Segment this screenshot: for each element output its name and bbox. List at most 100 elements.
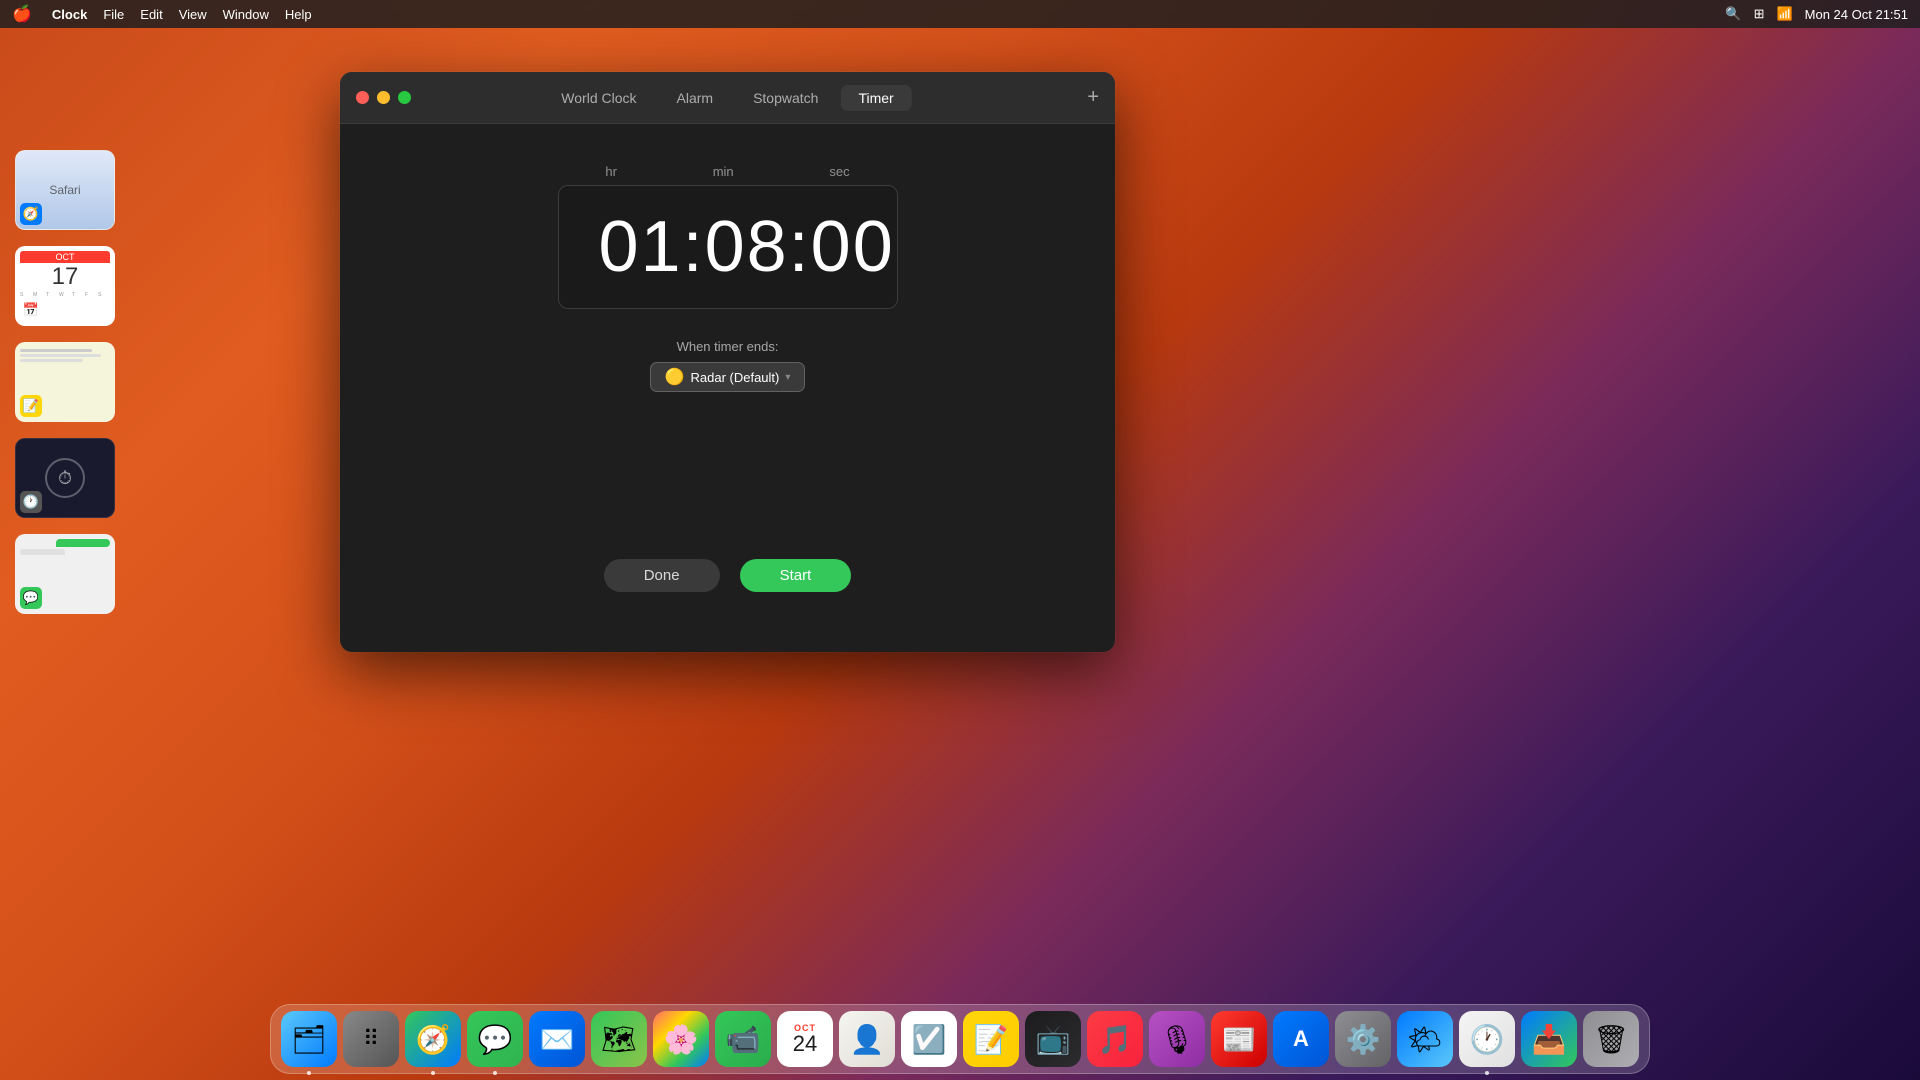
dock-calendar[interactable]: OCT 24	[777, 1011, 833, 1067]
recent-app-messages[interactable]: 💬	[15, 534, 115, 614]
maximize-button[interactable]	[398, 91, 411, 104]
control-center-icon[interactable]: ⊞	[1754, 6, 1765, 22]
clock-thumb-icon: 🕐	[20, 491, 42, 513]
wifi-icon[interactable]: 📶	[1776, 6, 1792, 22]
system-preferences-icon: ⚙️	[1346, 1023, 1381, 1056]
music-icon: 🎵	[1098, 1023, 1133, 1056]
airdrop-icon: 📥	[1532, 1023, 1567, 1056]
recent-app-notes[interactable]: 📝	[15, 342, 115, 422]
maps-icon: 🗺	[601, 1023, 637, 1056]
finder-icon: 🗂	[291, 1023, 327, 1056]
mail-icon: ✉️	[540, 1023, 575, 1056]
dock-trash[interactable]: 🗑	[1583, 1011, 1639, 1067]
clock-icon: 🕐	[1470, 1023, 1505, 1056]
calendar-date: 24	[793, 1033, 817, 1055]
tab-world-clock[interactable]: World Clock	[543, 85, 654, 111]
dock-music[interactable]: 🎵	[1087, 1011, 1143, 1067]
menubar-file[interactable]: File	[103, 7, 124, 22]
timer-sound-selector[interactable]: 🟡 Radar (Default) ▾	[650, 362, 806, 392]
dock-contacts[interactable]: 👤	[839, 1011, 895, 1067]
recent-app-clock[interactable]: ⏱ 🕐	[15, 438, 115, 518]
trash-icon: 🗑	[1593, 1023, 1629, 1056]
recent-app-calendar[interactable]: OCT 17 SMTWTFS 📅	[15, 246, 115, 326]
dock-photos[interactable]: 🌸	[653, 1011, 709, 1067]
dock-podcasts[interactable]: 🎙	[1149, 1011, 1205, 1067]
dock-safari[interactable]: 🧭	[405, 1011, 461, 1067]
dock-launchpad[interactable]: ⠿	[343, 1011, 399, 1067]
done-button[interactable]: Done	[604, 559, 720, 592]
timer-labels: hr min sec	[558, 164, 898, 179]
menubar-edit[interactable]: Edit	[140, 7, 162, 22]
menubar-help[interactable]: Help	[285, 7, 312, 22]
dock-mail[interactable]: ✉️	[529, 1011, 585, 1067]
safari-icon: 🧭	[416, 1023, 451, 1056]
sound-emoji: 🟡	[665, 367, 685, 387]
dock-airdrop[interactable]: 📥	[1521, 1011, 1577, 1067]
label-sec: sec	[829, 164, 849, 179]
window-tabs: World Clock Alarm Stopwatch Timer	[543, 85, 911, 111]
close-button[interactable]	[356, 91, 369, 104]
messages-icon: 💬	[478, 1023, 513, 1056]
menubar-window[interactable]: Window	[223, 7, 269, 22]
dock-clock[interactable]: 🕐	[1459, 1011, 1515, 1067]
photos-icon: 🌸	[664, 1023, 699, 1056]
chevron-down-icon: ▾	[785, 372, 790, 383]
news-icon: 📰	[1222, 1023, 1257, 1056]
notes-icon: 📝	[974, 1023, 1009, 1056]
dock-weather[interactable]: 🌤	[1397, 1011, 1453, 1067]
timer-buttons: Done Start	[604, 559, 852, 612]
messages-thumb-icon: 💬	[20, 587, 42, 609]
recent-app-safari[interactable]: Safari 🧭	[15, 150, 115, 230]
appstore-icon: A	[1293, 1026, 1309, 1052]
notes-thumb-icon: 📝	[20, 395, 42, 417]
contacts-icon: 👤	[850, 1023, 885, 1056]
tab-timer[interactable]: Timer	[840, 85, 911, 111]
launchpad-icon: ⠿	[363, 1026, 379, 1052]
menubar: 🍎 Clock File Edit View Window Help 🔍 ⊞ 📶…	[0, 0, 1920, 28]
dock-appletv[interactable]: 📺	[1025, 1011, 1081, 1067]
menubar-left: 🍎 Clock File Edit View Window Help	[12, 4, 312, 24]
menubar-right: 🔍 ⊞ 📶 Mon 24 Oct 21:51	[1725, 6, 1908, 22]
start-button[interactable]: Start	[740, 559, 852, 592]
safari-thumb-icon: 🧭	[20, 203, 42, 225]
dock-maps[interactable]: 🗺	[591, 1011, 647, 1067]
dock-news[interactable]: 📰	[1211, 1011, 1267, 1067]
tab-alarm[interactable]: Alarm	[659, 85, 732, 111]
dock-finder[interactable]: 🗂	[281, 1011, 337, 1067]
timer-value: 01:08:00	[599, 206, 857, 288]
calendar-thumb-icon: 📅	[20, 299, 42, 321]
minimize-button[interactable]	[377, 91, 390, 104]
tab-stopwatch[interactable]: Stopwatch	[735, 85, 836, 111]
facetime-icon: 📹	[726, 1023, 761, 1056]
apple-menu[interactable]: 🍎	[12, 4, 32, 24]
timer-content: hr min sec 01:08:00 When timer ends: 🟡 R…	[340, 124, 1115, 652]
dock-appstore[interactable]: A	[1273, 1011, 1329, 1067]
window-controls	[356, 91, 411, 104]
menubar-app-name[interactable]: Clock	[52, 7, 87, 22]
messages-dot	[493, 1071, 497, 1075]
datetime: Mon 24 Oct 21:51	[1805, 7, 1908, 22]
dock-notes[interactable]: 📝	[963, 1011, 1019, 1067]
podcasts-icon: 🎙	[1159, 1023, 1195, 1056]
clock-dot	[1485, 1071, 1489, 1075]
dock: 🗂 ⠿ 🧭 💬 ✉️ 🗺 🌸 📹	[270, 1004, 1650, 1074]
menubar-view[interactable]: View	[179, 7, 207, 22]
timer-display[interactable]: 01:08:00	[558, 185, 898, 309]
recent-apps: Safari 🧭 OCT 17 SMTWTFS 📅 📝	[15, 150, 115, 614]
add-button[interactable]: +	[1087, 86, 1099, 109]
dock-facetime[interactable]: 📹	[715, 1011, 771, 1067]
dock-system-preferences[interactable]: ⚙️	[1335, 1011, 1391, 1067]
finder-dot	[307, 1071, 311, 1075]
dock-messages[interactable]: 💬	[467, 1011, 523, 1067]
search-icon[interactable]: 🔍	[1725, 6, 1741, 22]
clock-window: World Clock Alarm Stopwatch Timer + hr m…	[340, 72, 1115, 652]
reminders-icon: ☑️	[912, 1023, 947, 1056]
label-min: min	[713, 164, 734, 179]
desktop: 🍎 Clock File Edit View Window Help 🔍 ⊞ 📶…	[0, 0, 1920, 1080]
weather-icon: 🌤	[1407, 1023, 1443, 1056]
timer-when-label: When timer ends:	[677, 339, 779, 354]
window-titlebar: World Clock Alarm Stopwatch Timer +	[340, 72, 1115, 124]
appletv-icon: 📺	[1036, 1023, 1071, 1056]
dock-reminders[interactable]: ☑️	[901, 1011, 957, 1067]
label-hr: hr	[605, 164, 617, 179]
